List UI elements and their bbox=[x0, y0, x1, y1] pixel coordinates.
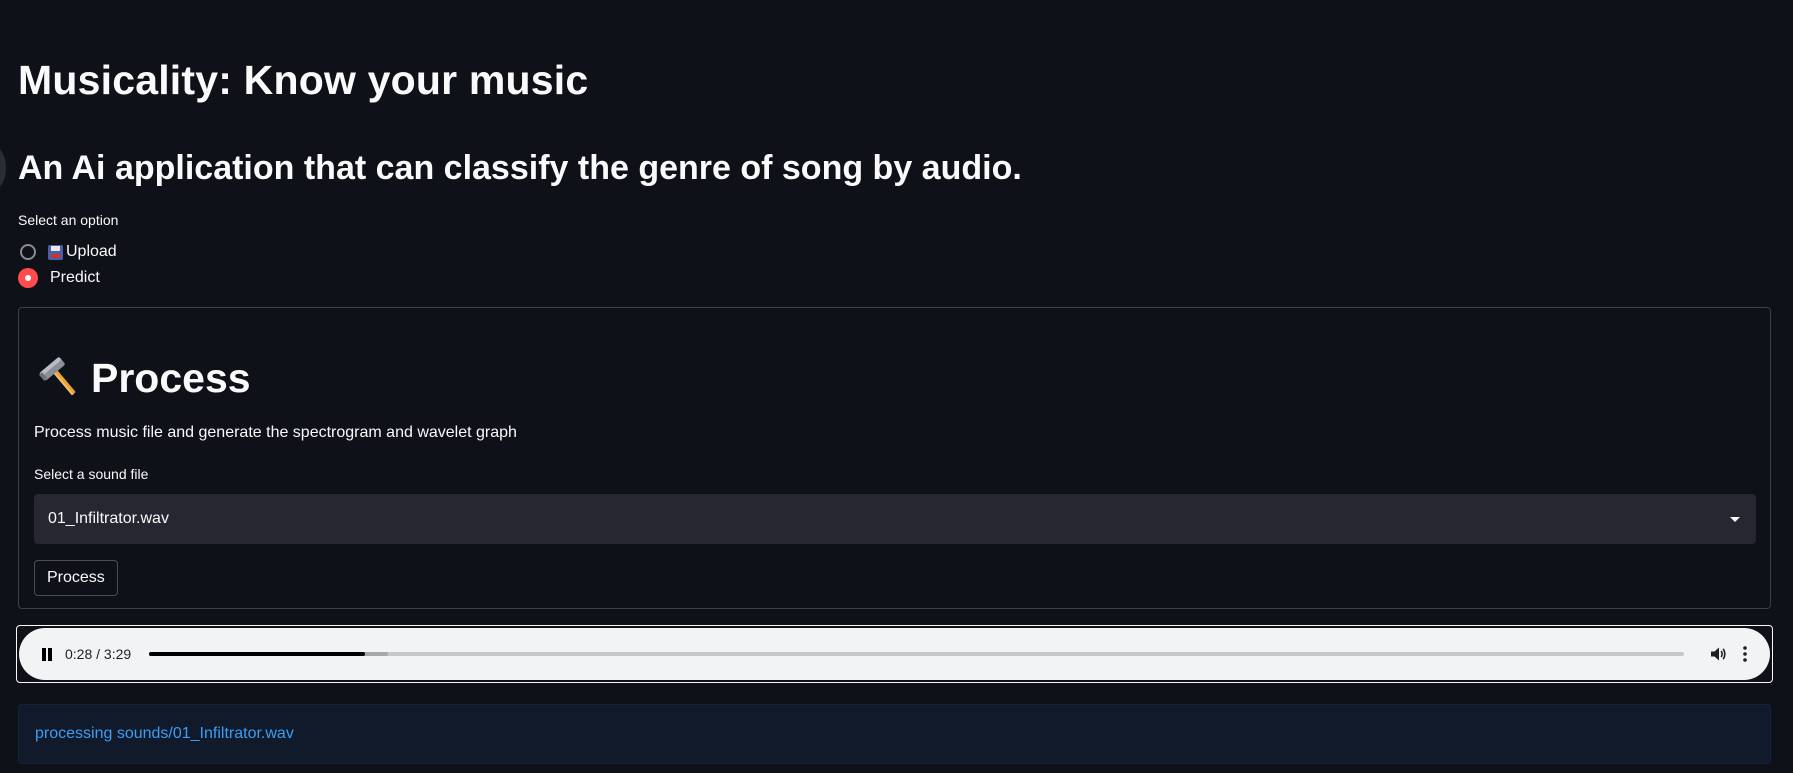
volume-icon[interactable] bbox=[1709, 645, 1727, 663]
page-title: Musicality: Know your music bbox=[18, 57, 589, 103]
pause-icon[interactable] bbox=[41, 648, 53, 661]
process-title: Process bbox=[91, 355, 251, 401]
radio-option-upload-label: Upload bbox=[66, 243, 117, 260]
radio-option-predict[interactable]: Predict bbox=[18, 266, 100, 290]
audio-seek-bar[interactable] bbox=[149, 652, 1684, 656]
radio-circle-unselected[interactable] bbox=[20, 244, 36, 260]
radio-option-upload-text: Upload bbox=[48, 243, 117, 261]
sound-file-select[interactable]: 01_Infiltrator.wav bbox=[34, 494, 1756, 544]
radio-circle-selected[interactable] bbox=[18, 268, 38, 288]
audio-player: 0:28 / 3:29 bbox=[19, 628, 1770, 680]
floppy-disk-icon bbox=[48, 244, 63, 260]
process-button[interactable]: Process bbox=[34, 560, 118, 596]
audio-time-display: 0:28 / 3:29 bbox=[65, 646, 132, 662]
sound-file-select-label: Select a sound file bbox=[34, 466, 149, 482]
radio-option-predict-label: Predict bbox=[50, 269, 100, 286]
radio-option-upload[interactable]: Upload bbox=[18, 240, 117, 264]
chevron-down-icon[interactable] bbox=[1730, 516, 1740, 522]
status-message: processing sounds/01_Infiltrator.wav bbox=[35, 725, 294, 742]
more-options-icon[interactable] bbox=[1741, 645, 1749, 663]
process-header: Process bbox=[37, 350, 251, 406]
option-radio-label: Select an option bbox=[18, 212, 119, 228]
hammer-icon bbox=[38, 357, 76, 396]
audio-progress-bar bbox=[149, 652, 366, 656]
sidebar-collapse-edge bbox=[0, 148, 6, 188]
sound-file-select-value: 01_Infiltrator.wav bbox=[48, 510, 169, 527]
page-subtitle: An Ai application that can classify the … bbox=[18, 149, 1022, 187]
audio-player-frame: 0:28 / 3:29 bbox=[16, 625, 1773, 683]
process-description: Process music file and generate the spec… bbox=[34, 424, 517, 441]
process-container: Process Process music file and generate … bbox=[18, 307, 1771, 609]
app-root: Musicality: Know your music An Ai applic… bbox=[0, 0, 1793, 773]
status-info-box: processing sounds/01_Infiltrator.wav bbox=[18, 704, 1771, 764]
